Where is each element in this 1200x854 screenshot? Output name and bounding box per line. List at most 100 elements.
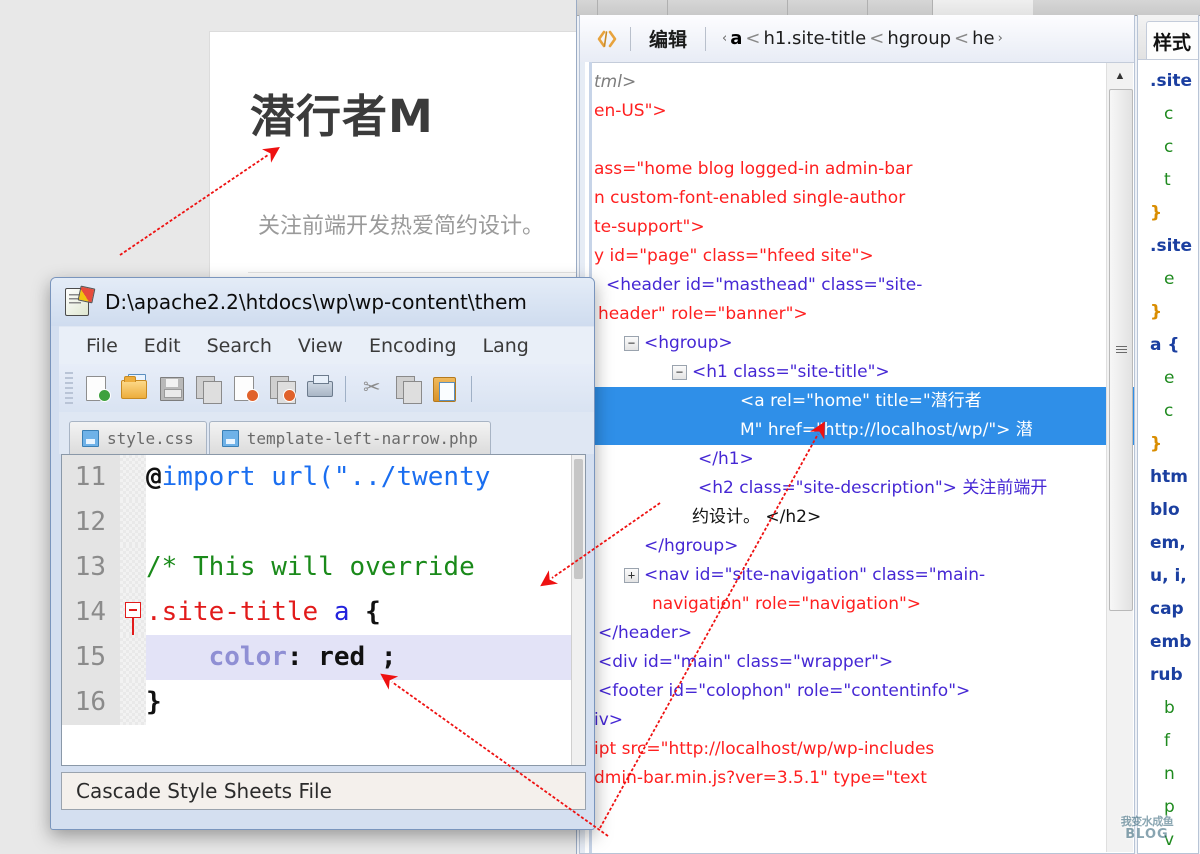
notepad-plus-plus-window[interactable]: D:\apache2.2\htdocs\wp\wp-content\them F…	[50, 277, 595, 830]
scroll-up-arrow-icon[interactable]: ▲	[1109, 65, 1131, 87]
line-content[interactable]	[146, 500, 585, 545]
breadcrumb-scroll-left-icon[interactable]: ‹	[722, 31, 727, 46]
breadcrumb-item-hgroup[interactable]: hgroup	[887, 28, 951, 49]
breadcrumb[interactable]: ‹ a < h1.site-title < hgroup < he ›	[716, 28, 1003, 49]
fold-margin[interactable]	[120, 680, 146, 725]
markup-line[interactable]: ass="home blog logged-in admin-bar	[580, 155, 1134, 184]
devtools-outer-toolbar[interactable]	[577, 0, 1200, 16]
menu-view[interactable]: View	[285, 335, 356, 357]
menu-edit[interactable]: Edit	[131, 335, 194, 357]
markup-line[interactable]: <footer id="colophon" role="contentinfo"…	[580, 677, 1134, 706]
close-file-icon[interactable]	[230, 373, 261, 404]
editor-line[interactable]: 16 }	[62, 680, 585, 725]
save-icon[interactable]	[156, 373, 187, 404]
line-number: 15	[62, 635, 120, 680]
toolbar-drag-handle[interactable]	[65, 371, 73, 406]
markup-line[interactable]: header" role="banner">	[580, 300, 1134, 329]
css-line: e	[1164, 368, 1175, 388]
markup-line[interactable]: <div id="main" class="wrapper">	[580, 648, 1134, 677]
markup-line[interactable]: iv>	[580, 706, 1134, 735]
window-titlebar[interactable]: D:\apache2.2\htdocs\wp\wp-content\them	[51, 278, 594, 326]
toolbar-divider	[867, 0, 868, 15]
active-toolbar-tab[interactable]	[933, 0, 1033, 15]
selected-markup-line[interactable]: M" href="http://localhost/wp/"> 潜	[580, 416, 1134, 445]
collapse-twisty-hgroup[interactable]: −	[624, 335, 639, 351]
breadcrumb-item-header[interactable]: he	[972, 28, 994, 49]
code-editor[interactable]: 11 @import url("../twenty 12 13 /* This …	[61, 454, 586, 766]
markup-line[interactable]: <header id="masthead" class="site-	[580, 271, 1134, 300]
breadcrumb-separator: <	[954, 28, 970, 49]
fold-margin[interactable]	[120, 455, 146, 500]
markup-line[interactable]: <h2 class="site-description"> 关注前端开	[580, 474, 1134, 503]
markup-line[interactable]: − <h1 class="site-title">	[580, 358, 1134, 387]
markup-line[interactable]: </h1>	[580, 445, 1134, 474]
fold-margin[interactable]	[120, 635, 146, 680]
markup-line[interactable]: + <nav id="site-navigation" class="main-	[580, 561, 1134, 590]
breadcrumb-item-a[interactable]: a	[730, 28, 742, 49]
editor-line[interactable]: 13 /* This will override	[62, 545, 585, 590]
watermark-line-2: BLOG	[1125, 826, 1169, 842]
line-content[interactable]: }	[146, 680, 585, 725]
tab-template-left-narrow-php[interactable]: template-left-narrow.php	[208, 421, 491, 454]
breadcrumb-item-h1[interactable]: h1.site-title	[763, 28, 866, 49]
css-rules-view[interactable]: .site c c t } .site e } a { e c } htm bl…	[1138, 59, 1198, 853]
code-brackets-icon[interactable]	[594, 26, 620, 52]
menu-file[interactable]: File	[73, 335, 131, 357]
markup-line[interactable]: n custom-font-enabled single-author	[580, 184, 1134, 213]
markup-line[interactable]: 约设计。 </h2>	[580, 503, 1134, 532]
editor-line[interactable]: 14 .site-title a {	[62, 590, 585, 708]
fold-margin[interactable]	[120, 545, 146, 590]
breadcrumb-scroll-right-icon[interactable]: ›	[998, 31, 1003, 46]
markup-line[interactable]: ipt src="http://localhost/wp/wp-includes	[580, 735, 1134, 764]
edit-button[interactable]: 编辑	[641, 25, 695, 52]
new-file-icon[interactable]	[82, 373, 113, 404]
breadcrumb-separator: <	[745, 28, 761, 49]
menu-encoding[interactable]: Encoding	[356, 335, 470, 357]
html-markup-view[interactable]: tml> en-US"> ass="home blog logged-in ad…	[580, 62, 1134, 853]
markup-line[interactable]: y id="page" class="hfeed site">	[580, 242, 1134, 271]
markup-line[interactable]: dmin-bar.min.js?ver=3.5.1" type="text	[580, 764, 1134, 793]
menubar[interactable]: File Edit Search View Encoding Lang	[59, 326, 594, 364]
line-content[interactable]: color: red ;	[146, 635, 585, 680]
line-content[interactable]: .site-title a {	[146, 590, 585, 635]
markup-line[interactable]: navigation" role="navigation">	[580, 590, 1134, 619]
page-divider	[248, 272, 602, 273]
editor-scrollbar[interactable]	[571, 455, 585, 765]
selected-markup-line[interactable]: <a rel="home" title="潜行者	[580, 387, 1134, 416]
collapse-twisty-h1[interactable]: −	[672, 364, 687, 380]
markup-line[interactable]: </header>	[580, 619, 1134, 648]
menu-search[interactable]: Search	[194, 335, 285, 357]
scrollbar-thumb[interactable]	[1109, 89, 1133, 611]
site-title[interactable]: 潜行者M	[250, 92, 434, 142]
toolbar[interactable]: ✂	[59, 364, 594, 412]
line-content[interactable]: @import url("../twenty	[146, 455, 585, 500]
cut-icon[interactable]: ✂	[356, 373, 387, 404]
tab-style-css[interactable]: style.css	[69, 421, 207, 454]
save-all-icon[interactable]	[193, 373, 224, 404]
menu-language[interactable]: Lang	[470, 335, 542, 357]
scrollbar-thumb[interactable]	[574, 459, 583, 579]
css-line: n	[1164, 764, 1175, 784]
fold-collapse-icon[interactable]	[125, 602, 141, 618]
editor-line[interactable]: 12	[62, 500, 585, 545]
markup-line[interactable]: en-US">	[580, 97, 1134, 126]
close-all-icon[interactable]	[267, 373, 298, 404]
desktop-background: 潜行者M 关注前端开发热爱简约设计。 编辑 ‹ a < h1.site-titl…	[0, 0, 1200, 854]
fold-margin-collapsible[interactable]	[120, 590, 146, 708]
expand-twisty-nav[interactable]: +	[624, 567, 639, 583]
markup-line[interactable]: − <hgroup>	[580, 329, 1134, 358]
markup-line[interactable]: te-support">	[580, 213, 1134, 242]
fold-margin[interactable]	[120, 500, 146, 545]
editor-line-active[interactable]: 15 color: red ;	[62, 635, 585, 680]
print-icon[interactable]	[304, 373, 335, 404]
html-pane-scrollbar[interactable]: ▲	[1106, 63, 1133, 852]
open-folder-icon[interactable]	[119, 373, 150, 404]
markup-line[interactable]: tml>	[580, 68, 1134, 97]
copy-icon[interactable]	[393, 373, 424, 404]
editor-line[interactable]: 11 @import url("../twenty	[62, 455, 585, 500]
markup-line[interactable]: </hgroup>	[580, 532, 1134, 561]
paste-icon[interactable]	[430, 373, 461, 404]
document-tabbar[interactable]: style.css template-left-narrow.php	[59, 412, 594, 454]
tab-styles[interactable]: 样式	[1146, 21, 1198, 59]
line-content[interactable]: /* This will override	[146, 545, 585, 590]
